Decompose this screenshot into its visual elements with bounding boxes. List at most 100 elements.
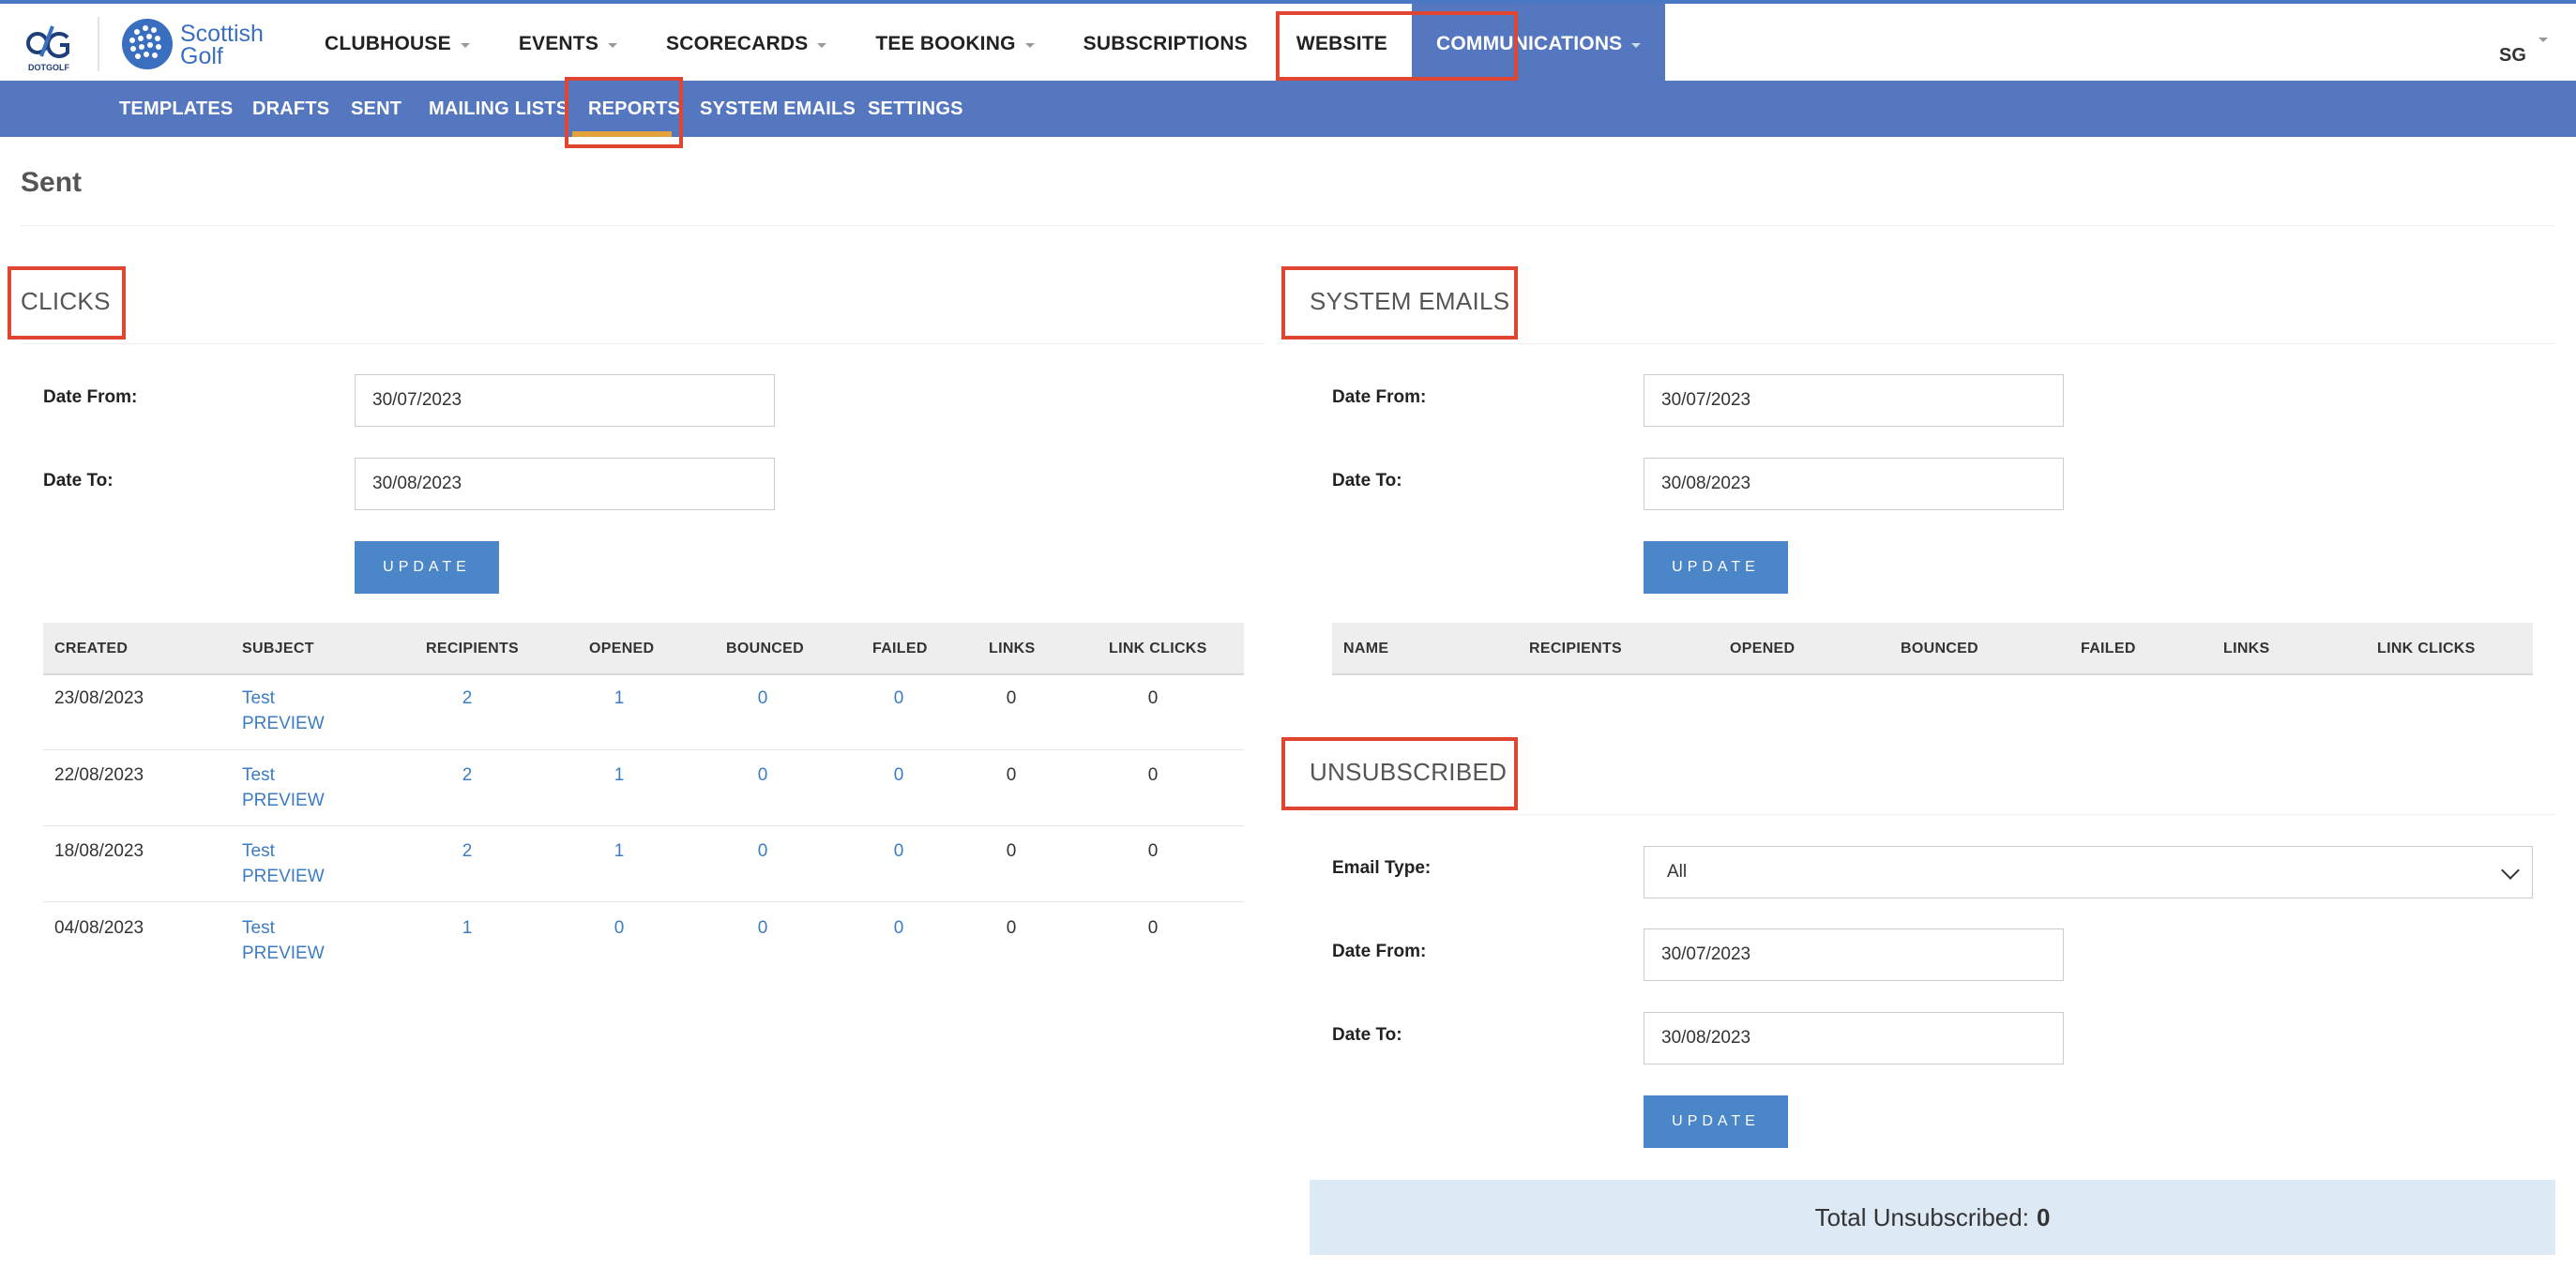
dotgolf-logo-text: DOTGOLF (28, 63, 69, 72)
clicks-date-to-label: Date To: (43, 471, 114, 491)
row-divider (43, 749, 1244, 750)
unsubscribed-date-to-input[interactable]: 30/08/2023 (1644, 1012, 2064, 1064)
subnav-settings[interactable]: SETTINGS (868, 81, 963, 137)
preview-link[interactable]: PREVIEW (242, 714, 325, 734)
cell-recipients[interactable]: 2 (448, 765, 486, 786)
subnav-mailing-lists[interactable]: MAILING LISTS (429, 81, 568, 137)
subnav-sent[interactable]: SENT (351, 81, 402, 137)
caret-down-icon (608, 42, 618, 48)
cell-subject-link[interactable]: Test (242, 688, 275, 709)
cell-bounced[interactable]: 0 (744, 765, 781, 786)
col-failed[interactable]: FAILED (872, 623, 928, 675)
preview-link[interactable]: PREVIEW (242, 943, 325, 964)
col-recipients[interactable]: RECIPIENTS (1529, 623, 1622, 675)
col-opened[interactable]: OPENED (1730, 623, 1795, 675)
cell-links: 0 (1006, 688, 1017, 708)
col-bounced[interactable]: BOUNCED (1901, 623, 1978, 675)
cell-bounced[interactable]: 0 (744, 688, 781, 709)
highlight-communications (1276, 11, 1518, 81)
logo-divider (98, 17, 99, 71)
caret-down-icon (817, 42, 827, 48)
total-unsubscribed-label: Total Unsubscribed: (1814, 1202, 2029, 1231)
divider (1310, 814, 2555, 815)
cell-created: 18/08/2023 (54, 841, 144, 861)
scottish-golf-wordmark: Scottish Golf (180, 23, 264, 68)
cell-link-clicks: 0 (1147, 841, 1159, 861)
cell-links: 0 (1006, 765, 1017, 785)
nav-label: EVENTS (518, 33, 599, 54)
cell-opened[interactable]: 1 (600, 841, 638, 862)
cell-failed[interactable]: 0 (880, 688, 917, 709)
scottish-golf-logo[interactable]: Scottish Golf (120, 17, 280, 73)
cell-opened[interactable]: 1 (600, 765, 638, 786)
caret-down-icon (460, 42, 470, 48)
cell-opened[interactable]: 0 (600, 918, 638, 939)
col-links[interactable]: LINKS (2223, 623, 2270, 675)
col-bounced[interactable]: BOUNCED (726, 623, 804, 675)
nav-clubhouse[interactable]: CLUBHOUSE (300, 4, 494, 84)
row-divider (43, 901, 1244, 902)
caret-down-icon[interactable] (2538, 38, 2548, 42)
page-title: Sent (21, 167, 83, 198)
cell-bounced[interactable]: 0 (744, 918, 781, 939)
cell-recipients[interactable]: 2 (448, 688, 486, 709)
clicks-date-from-label: Date From: (43, 387, 138, 407)
cell-failed[interactable]: 0 (880, 841, 917, 862)
cell-failed[interactable]: 0 (880, 918, 917, 939)
cell-bounced[interactable]: 0 (744, 841, 781, 862)
dotgolf-logo-icon: DOTGOLF (26, 25, 69, 72)
nav-tee-booking[interactable]: TEE BOOKING (851, 4, 1058, 84)
col-opened[interactable]: OPENED (589, 623, 654, 675)
cell-created: 22/08/2023 (54, 765, 144, 785)
preview-link[interactable]: PREVIEW (242, 791, 325, 811)
system-emails-date-from-input[interactable]: 30/07/2023 (1644, 374, 2064, 427)
cell-failed[interactable]: 0 (880, 765, 917, 786)
subnav-drafts[interactable]: DRAFTS (252, 81, 329, 137)
sub-nav: TEMPLATES DRAFTS SENT MAILING LISTS REPO… (0, 81, 2576, 137)
cell-created: 23/08/2023 (54, 688, 144, 708)
email-type-select[interactable]: All (1644, 846, 2533, 898)
col-link-clicks[interactable]: LINK CLICKS (1109, 623, 1207, 675)
caret-down-icon (1631, 42, 1642, 48)
system-emails-table-header: NAME RECIPIENTS OPENED BOUNCED FAILED LI… (1332, 623, 2533, 675)
cell-recipients[interactable]: 2 (448, 841, 486, 862)
system-emails-date-to-input[interactable]: 30/08/2023 (1644, 458, 2064, 510)
user-menu[interactable]: SG (2499, 45, 2526, 67)
nav-scorecards[interactable]: SCORECARDS (642, 4, 851, 84)
nav-label: CLUBHOUSE (325, 33, 451, 54)
cell-link-clicks: 0 (1147, 688, 1159, 708)
cell-subject-link[interactable]: Test (242, 841, 275, 862)
col-name[interactable]: NAME (1343, 623, 1388, 675)
clicks-update-button[interactable]: UPDATE (355, 541, 499, 594)
col-recipients[interactable]: RECIPIENTS (426, 623, 519, 675)
cell-created: 04/08/2023 (54, 918, 144, 938)
divider (21, 343, 1265, 344)
cell-recipients[interactable]: 1 (448, 918, 486, 939)
cell-subject-link[interactable]: Test (242, 918, 275, 939)
cell-opened[interactable]: 1 (600, 688, 638, 709)
nav-subscriptions[interactable]: SUBSCRIPTIONS (1059, 4, 1272, 84)
unsubscribed-date-from-input[interactable]: 30/07/2023 (1644, 928, 2064, 981)
dotgolf-logo[interactable]: DOTGOLF (24, 21, 73, 73)
divider (1310, 343, 2555, 344)
col-failed[interactable]: FAILED (2081, 623, 2136, 675)
col-subject[interactable]: SUBJECT (242, 623, 314, 675)
system-emails-update-button[interactable]: UPDATE (1644, 541, 1788, 594)
col-link-clicks[interactable]: LINK CLICKS (2377, 623, 2476, 675)
nav-label: SUBSCRIPTIONS (1083, 33, 1248, 54)
subnav-templates[interactable]: TEMPLATES (119, 81, 233, 137)
system-emails-section-title: SYSTEM EMAILS (1310, 287, 1510, 315)
clicks-date-from-input[interactable]: 30/07/2023 (355, 374, 775, 427)
subnav-system-emails[interactable]: SYSTEM EMAILS (700, 81, 856, 137)
col-links[interactable]: LINKS (989, 623, 1036, 675)
clicks-date-to-input[interactable]: 30/08/2023 (355, 458, 775, 510)
cell-subject-link[interactable]: Test (242, 765, 275, 786)
unsubscribed-update-button[interactable]: UPDATE (1644, 1095, 1788, 1148)
preview-link[interactable]: PREVIEW (242, 867, 325, 887)
unsubscribed-section-title: UNSUBSCRIBED (1310, 758, 1508, 786)
col-created[interactable]: CREATED (54, 623, 128, 675)
row-divider (43, 825, 1244, 826)
email-type-label: Email Type: (1332, 858, 1432, 878)
wordmark-line-2: Golf (180, 43, 223, 69)
nav-events[interactable]: EVENTS (494, 4, 642, 84)
